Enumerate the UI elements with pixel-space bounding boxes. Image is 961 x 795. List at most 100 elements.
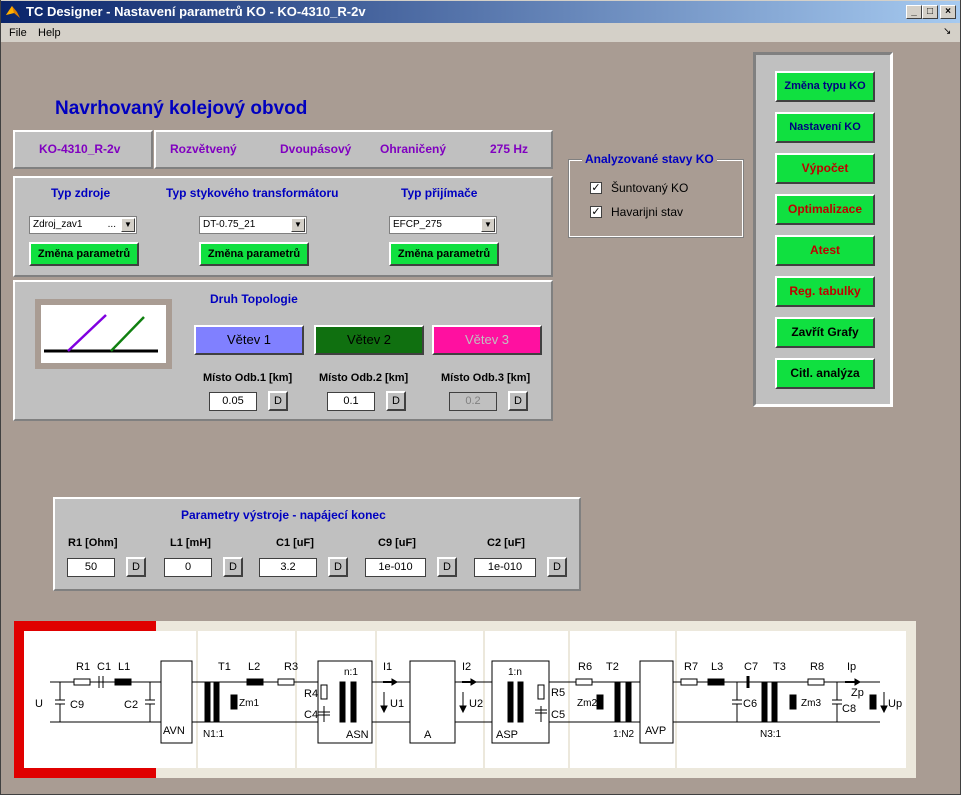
analysis-title: Analyzované stavy KO [582,152,717,166]
l1-label: L1 [mH] [170,537,211,549]
source-type-value: Zdroj_zav1 [33,219,83,230]
label-C1: C1 [97,661,112,673]
label-R6: R6 [578,661,593,673]
ko-bands: Dvoupásový [280,142,352,156]
check-icon: ✓ [591,182,601,194]
optimize-button[interactable]: Optimalizace [775,194,875,225]
c1-input[interactable]: 3.2 [259,558,317,577]
branch-1-button[interactable]: Větev 1 [194,325,304,355]
receiver-change-params-button[interactable]: Změna parametrů [389,242,499,266]
label-Zm1: Zm1 [239,698,259,709]
shunted-label: Šuntovaný KO [611,181,689,195]
r1-input[interactable]: 50 [67,558,115,577]
shunted-checkbox[interactable]: ✓ [590,182,602,194]
branch-1-d-button[interactable]: D [268,391,288,411]
label-T1: T1 [218,661,231,673]
window-title: TC Designer - Nastavení parametrů KO - K… [26,4,366,19]
transformer-change-params-button[interactable]: Změna parametrů [199,242,309,266]
label-C2: C2 [124,699,139,711]
close-graphs-button[interactable]: Zavřít Grafy [775,317,875,348]
emergency-label: Havarijni stav [611,205,684,219]
branch-2-position-label: Místo Odb.2 [km] [319,372,409,384]
calculate-button[interactable]: Výpočet [775,153,875,184]
l1-input[interactable]: 0 [164,558,212,577]
r1-d-button[interactable]: D [126,557,146,577]
transformer-type-title: Typ stykového transformátoru [166,186,339,200]
transformer-type-select[interactable]: DT-0.75_21 ▼ [199,216,307,234]
branch-2-position-input[interactable]: 0.1 [327,392,375,411]
c2-d-button[interactable]: D [547,557,567,577]
label-n1: n:1 [344,667,358,678]
change-ko-type-button[interactable]: Změna typu KO [775,71,875,102]
label-Up: Up [888,698,903,710]
receiver-type-select[interactable]: EFCP_275 ▼ [389,216,497,234]
minimize-button[interactable]: _ [906,5,922,19]
label-Ip: Ip [847,661,857,673]
atest-button[interactable]: Atest [775,235,875,266]
c9-input[interactable]: 1e-010 [365,558,426,577]
label-R7: R7 [684,661,699,673]
label-AVP: AVP [645,725,667,737]
label-R1: R1 [76,661,91,673]
branch-1-position-label: Místo Odb.1 [km] [203,372,293,384]
label-R8: R8 [810,661,825,673]
receiver-type-value: EFCP_275 [393,219,442,230]
c1-d-button[interactable]: D [328,557,348,577]
sensitivity-analysis-button[interactable]: Citl. analýza [775,358,875,389]
l1-d-button[interactable]: D [223,557,243,577]
maximize-button[interactable]: □ [922,5,938,19]
branch-2-d-button[interactable]: D [386,391,406,411]
c9-label: C9 [uF] [378,537,416,549]
label-L2: L2 [248,661,261,673]
branch-3-button[interactable]: Větev 3 [432,325,542,355]
ko-bounded: Ohraničený [380,142,447,156]
label-N1: N1:1 [203,729,225,740]
circuit-canvas [24,631,906,768]
label-C8: C8 [842,703,857,715]
close-button[interactable]: × [940,5,956,19]
menu-help[interactable]: Help [38,27,61,39]
label-C6: C6 [743,698,758,710]
label-T3: T3 [773,661,786,673]
ko-type: Rozvětvený [170,142,237,156]
emergency-checkbox[interactable]: ✓ [590,206,602,218]
chevron-down-icon[interactable]: ▼ [481,218,495,232]
params-title: Parametry výstroje - napájecí konec [181,508,386,522]
branch-1-position-input[interactable]: 0.05 [209,392,257,411]
label-ASP: ASP [496,729,519,741]
chevron-down-icon[interactable]: ▼ [121,218,135,232]
label-ASN: ASN [346,729,369,741]
label-Zp: Zp [851,687,864,699]
source-type-select[interactable]: Zdroj_zav1 ... ▼ [29,216,137,234]
chevron-down-icon[interactable]: ▼ [291,218,305,232]
matlab-icon [6,6,20,18]
branch-3-position-input[interactable]: 0.2 [449,392,497,411]
menu-bar [0,24,961,42]
ko-name: KO-4310_R-2v [39,142,121,156]
label-R3: R3 [284,661,299,673]
label-A: A [424,729,432,741]
label-C7: C7 [744,661,759,673]
ko-frequency: 275 Hz [490,142,529,156]
branch-2-button[interactable]: Větev 2 [314,325,424,355]
analysis-group [568,159,744,238]
label-C9: C9 [70,699,85,711]
source-change-params-button[interactable]: Změna parametrů [29,242,139,266]
branch-3-d-button[interactable]: D [508,391,528,411]
label-Zm3: Zm3 [801,698,821,709]
label-I1: I1 [383,661,393,673]
label-T2: T2 [606,661,619,673]
c2-input[interactable]: 1e-010 [474,558,536,577]
dock-icon[interactable]: ↘ [943,26,951,37]
label-AVN: AVN [163,725,185,737]
c1-label: C1 [uF] [276,537,314,549]
source-type-title: Typ zdroje [51,186,111,200]
reg-tables-button[interactable]: Reg. tabulky [775,276,875,307]
source-type-dots: ... [107,219,116,230]
c9-d-button[interactable]: D [437,557,457,577]
label-U2: U2 [469,698,484,710]
ko-settings-button[interactable]: Nastavení KO [775,112,875,143]
menu-file[interactable]: File [9,27,27,39]
topology-preview [35,299,172,369]
topology-title: Druh Topologie [210,292,298,306]
